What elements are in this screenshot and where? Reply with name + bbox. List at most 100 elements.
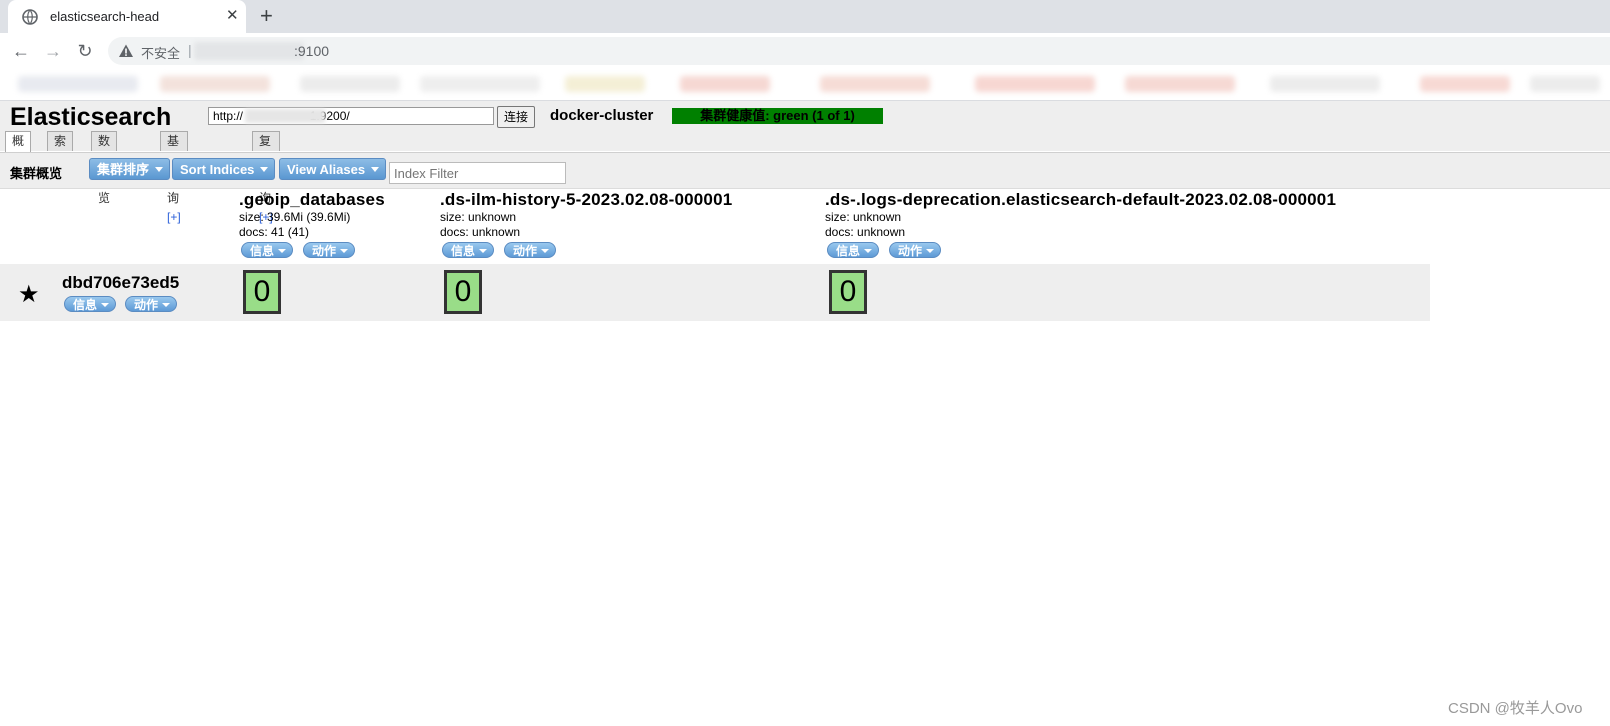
index-action-button[interactable]: 动作 [303, 242, 356, 258]
caret-down-icon [101, 303, 110, 307]
browser-tabstrip: elasticsearch-head ✕ + [0, 0, 1610, 33]
button-label: 集群排序 [97, 162, 150, 177]
cluster-name: docker-cluster [550, 107, 654, 124]
es-header: Elasticsearch 连接 docker-cluster 集群健康值: g… [0, 101, 1610, 224]
bookmark-redacted[interactable] [300, 76, 400, 92]
address-bar[interactable]: 不安全 | :9100 [108, 37, 1610, 65]
tab-indices[interactable]: 索引 [47, 131, 74, 167]
url-port-text: :9100 [294, 43, 330, 59]
redacted-host [245, 109, 325, 123]
master-star-icon: ★ [18, 281, 40, 308]
caret-down-icon [926, 249, 935, 253]
app-logo: Elasticsearch [10, 103, 172, 131]
insecure-label: 不安全 [141, 46, 181, 61]
button-label: 信息 [73, 298, 98, 312]
tab-browser[interactable]: 数据浏览 [91, 131, 118, 205]
caret-down-icon [479, 249, 488, 253]
node-info-button[interactable]: 信息 [64, 296, 117, 312]
globe-icon [22, 9, 38, 25]
caret-down-icon [278, 249, 287, 253]
bookmark-redacted[interactable] [1530, 76, 1600, 92]
index-docs: docs: unknown [440, 225, 521, 239]
button-label: Sort Indices [180, 162, 255, 177]
index-name: .ds-ilm-history-5-2023.02.08-000001 [440, 190, 733, 209]
index-name: .ds-.logs-deprecation.elasticsearch-defa… [825, 190, 1337, 209]
caret-down-icon [541, 249, 550, 253]
caret-down-icon [864, 249, 873, 253]
index-size: size: 39.6Mi (39.6Mi) [239, 210, 351, 224]
redacted-host [194, 42, 304, 60]
node-actions: 信息 动作 [64, 296, 194, 314]
watermark: CSDN @牧羊人Ovo [1448, 700, 1583, 717]
bookmark-redacted[interactable] [1420, 76, 1510, 92]
tab-compound-query[interactable]: 复合查询 [+] [252, 131, 280, 224]
bookmark-redacted[interactable] [160, 76, 270, 92]
button-label: 动作 [134, 298, 159, 312]
caret-down-icon [260, 167, 269, 172]
index-column: .ds-.logs-deprecation.elasticsearch-defa… [825, 190, 1336, 260]
index-actions: 信息 动作 [825, 242, 1336, 260]
node-row: ★ dbd706e73ed5 信息 动作 0 0 0 [0, 264, 1430, 321]
button-label: 信息 [451, 244, 476, 258]
browser-toolbar: ← → ↻ 不安全 | :9100 [0, 33, 1610, 69]
button-label: 动作 [898, 244, 923, 258]
index-action-button[interactable]: 动作 [504, 242, 557, 258]
button-label: 信息 [836, 244, 861, 258]
button-label: 动作 [312, 244, 337, 258]
index-size: size: unknown [440, 210, 517, 224]
button-label: View Aliases [287, 162, 366, 177]
tab-overview[interactable]: 概览 [5, 131, 32, 167]
bookmark-redacted[interactable] [820, 76, 930, 92]
bookmarks-bar [0, 69, 1610, 101]
bookmark-redacted[interactable] [1125, 76, 1235, 92]
shard-box[interactable]: 0 [829, 270, 867, 314]
index-column: .ds-ilm-history-5-2023.02.08-000001 size… [440, 190, 732, 260]
reload-icon[interactable]: ↻ [74, 40, 96, 62]
new-tab-button[interactable]: + [260, 3, 273, 29]
bookmark-redacted[interactable] [18, 76, 138, 92]
index-size: size: unknown [825, 210, 902, 224]
back-arrow-icon[interactable]: ← [10, 40, 32, 62]
tab-plus: [+] [167, 210, 181, 224]
index-info-button[interactable]: 信息 [241, 242, 294, 258]
index-column: .geoip_databases size: 39.6Mi (39.6Mi) d… [239, 190, 385, 260]
index-docs: docs: unknown [825, 225, 906, 239]
sort-cluster-button[interactable]: 集群排序 [89, 158, 171, 180]
overview-toolbar: 集群概览 集群排序 Sort Indices View Aliases [0, 152, 1610, 189]
bookmark-redacted[interactable] [680, 76, 770, 92]
index-actions: 信息 动作 [239, 242, 385, 260]
caret-down-icon [155, 167, 164, 172]
tab-basic-query[interactable]: 基本查询 [+] [160, 131, 188, 224]
browser-tab-active[interactable]: elasticsearch-head ✕ [8, 0, 246, 33]
node-action-button[interactable]: 动作 [125, 296, 178, 312]
index-filter-input[interactable] [389, 162, 566, 184]
bookmark-redacted[interactable] [565, 76, 645, 92]
overview-title: 集群概览 [10, 166, 63, 181]
bookmark-redacted[interactable] [420, 76, 540, 92]
caret-down-icon [340, 249, 349, 253]
index-info-button[interactable]: 信息 [827, 242, 880, 258]
caret-down-icon [162, 303, 171, 307]
cluster-health-badge: 集群健康值: green (1 of 1) [672, 108, 883, 124]
bookmark-redacted[interactable] [975, 76, 1095, 92]
index-info-button[interactable]: 信息 [442, 242, 495, 258]
index-name: .geoip_databases [239, 190, 385, 209]
index-docs: docs: 41 (41) [239, 225, 310, 239]
sort-indices-button[interactable]: Sort Indices [172, 158, 276, 180]
button-label: 动作 [513, 244, 538, 258]
browser-tab-title: elasticsearch-head [50, 9, 160, 24]
forward-arrow-icon[interactable]: → [42, 40, 64, 62]
view-aliases-button[interactable]: View Aliases [279, 158, 387, 180]
close-tab-icon[interactable]: ✕ [226, 6, 239, 24]
node-name: dbd706e73ed5 [62, 273, 180, 292]
shard-box[interactable]: 0 [444, 270, 482, 314]
button-label: 信息 [250, 244, 275, 258]
index-actions: 信息 动作 [440, 242, 732, 260]
url-separator: | [188, 42, 192, 58]
shard-box[interactable]: 0 [243, 270, 281, 314]
connect-button[interactable]: 连接 [497, 106, 536, 128]
caret-down-icon [371, 167, 380, 172]
bookmark-redacted[interactable] [1270, 76, 1380, 92]
warning-triangle-icon[interactable] [118, 43, 134, 59]
index-action-button[interactable]: 动作 [889, 242, 942, 258]
